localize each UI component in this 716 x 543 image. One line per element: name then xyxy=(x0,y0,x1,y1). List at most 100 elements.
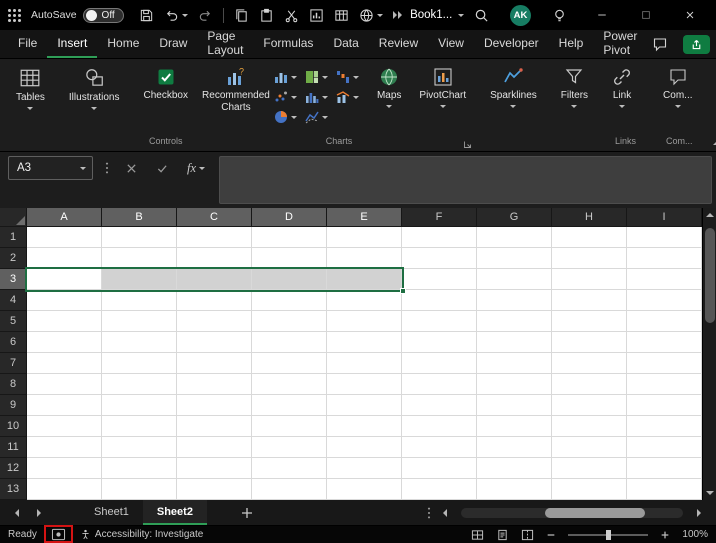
cell-c7[interactable] xyxy=(177,353,252,374)
cell-b10[interactable] xyxy=(102,416,177,437)
cell-a1[interactable] xyxy=(27,227,102,248)
cell-h11[interactable] xyxy=(552,437,627,458)
cell-c10[interactable] xyxy=(177,416,252,437)
cell-d12[interactable] xyxy=(252,458,327,479)
enter-entry-button[interactable] xyxy=(151,160,173,177)
cell-d7[interactable] xyxy=(252,353,327,374)
cell-g5[interactable] xyxy=(477,311,552,332)
menu-item-data[interactable]: Data xyxy=(323,30,368,58)
column-header-f[interactable]: F xyxy=(402,208,477,227)
menu-item-insert[interactable]: Insert xyxy=(47,30,97,58)
select-all-button[interactable] xyxy=(0,208,27,227)
recommended-charts-button[interactable]: ? Recommended Charts xyxy=(203,64,269,116)
search-icon[interactable] xyxy=(469,5,494,26)
save-button[interactable] xyxy=(134,5,159,26)
normal-view-button[interactable] xyxy=(471,529,484,541)
cell-d9[interactable] xyxy=(252,395,327,416)
cell-a7[interactable] xyxy=(27,353,102,374)
scroll-right-button[interactable] xyxy=(688,505,710,521)
cell-b6[interactable] xyxy=(102,332,177,353)
page-layout-view-button[interactable] xyxy=(496,529,509,541)
copy-button[interactable] xyxy=(229,5,254,26)
cell-e1[interactable] xyxy=(327,227,402,248)
insert-table-button[interactable] xyxy=(329,5,354,26)
cell-f10[interactable] xyxy=(402,416,477,437)
cell-f9[interactable] xyxy=(402,395,477,416)
column-header-b[interactable]: B xyxy=(102,208,177,227)
cell-g10[interactable] xyxy=(477,416,552,437)
cell-f1[interactable] xyxy=(402,227,477,248)
cell-g2[interactable] xyxy=(477,248,552,269)
cell-h4[interactable] xyxy=(552,290,627,311)
insert-waterfall-chart-button[interactable] xyxy=(334,67,365,87)
cell-h1[interactable] xyxy=(552,227,627,248)
menu-item-help[interactable]: Help xyxy=(549,30,594,58)
cell-h8[interactable] xyxy=(552,374,627,395)
tables-button[interactable]: Tables xyxy=(7,64,54,113)
cell-e6[interactable] xyxy=(327,332,402,353)
cell-h2[interactable] xyxy=(552,248,627,269)
cell-d2[interactable] xyxy=(252,248,327,269)
menu-item-home[interactable]: Home xyxy=(97,30,149,58)
insert-hierarchy-chart-button[interactable] xyxy=(303,67,334,87)
cell-i7[interactable] xyxy=(627,353,702,374)
cell-d11[interactable] xyxy=(252,437,327,458)
filters-button[interactable]: Filters xyxy=(552,64,597,111)
autosave-toggle[interactable]: Off xyxy=(83,8,124,23)
cell-c8[interactable] xyxy=(177,374,252,395)
cell-c13[interactable] xyxy=(177,479,252,500)
cell-b3[interactable] xyxy=(102,269,177,290)
cell-i10[interactable] xyxy=(627,416,702,437)
zoom-slider[interactable] xyxy=(568,534,648,536)
zoom-in-button[interactable] xyxy=(660,530,670,540)
cell-h5[interactable] xyxy=(552,311,627,332)
cell-h9[interactable] xyxy=(552,395,627,416)
cell-a6[interactable] xyxy=(27,332,102,353)
menu-item-power-pivot[interactable]: Power Pivot xyxy=(593,30,647,58)
cell-d5[interactable] xyxy=(252,311,327,332)
undo-button[interactable] xyxy=(159,5,193,26)
lightbulb-icon[interactable] xyxy=(547,5,572,26)
cell-b8[interactable] xyxy=(102,374,177,395)
cell-g8[interactable] xyxy=(477,374,552,395)
row-header-9[interactable]: 9 xyxy=(0,395,27,416)
cell-g12[interactable] xyxy=(477,458,552,479)
tab-options-dots-icon[interactable] xyxy=(424,506,434,520)
cell-b9[interactable] xyxy=(102,395,177,416)
cell-g13[interactable] xyxy=(477,479,552,500)
share-button[interactable] xyxy=(683,35,710,54)
formula-input[interactable] xyxy=(219,156,712,204)
column-header-a[interactable]: A xyxy=(27,208,102,227)
cell-h12[interactable] xyxy=(552,458,627,479)
cell-b12[interactable] xyxy=(102,458,177,479)
maximize-button[interactable] xyxy=(632,6,660,24)
avatar[interactable]: AK xyxy=(510,5,531,26)
cell-d4[interactable] xyxy=(252,290,327,311)
menu-item-review[interactable]: Review xyxy=(369,30,428,58)
cell-a5[interactable] xyxy=(27,311,102,332)
zoom-out-button[interactable] xyxy=(546,530,556,540)
menu-item-developer[interactable]: Developer xyxy=(474,30,549,58)
vertical-scroll-thumb[interactable] xyxy=(705,228,715,323)
page-break-view-button[interactable] xyxy=(521,529,534,541)
add-sheet-button[interactable] xyxy=(231,505,263,521)
cell-i6[interactable] xyxy=(627,332,702,353)
insert-line-chart-button[interactable] xyxy=(303,107,334,127)
cell-i9[interactable] xyxy=(627,395,702,416)
sparklines-button[interactable]: Sparklines xyxy=(481,64,546,111)
cell-e4[interactable] xyxy=(327,290,402,311)
cell-d8[interactable] xyxy=(252,374,327,395)
cell-a12[interactable] xyxy=(27,458,102,479)
menu-item-file[interactable]: File xyxy=(8,30,47,58)
cut-button[interactable] xyxy=(279,5,304,26)
insert-pie-chart-button[interactable] xyxy=(272,107,303,127)
vertical-scrollbar[interactable] xyxy=(702,208,716,500)
workbook-title[interactable]: Book1... xyxy=(410,9,464,21)
cell-e9[interactable] xyxy=(327,395,402,416)
cell-i4[interactable] xyxy=(627,290,702,311)
cell-e8[interactable] xyxy=(327,374,402,395)
row-header-2[interactable]: 2 xyxy=(0,248,27,269)
cell-g3[interactable] xyxy=(477,269,552,290)
cell-c6[interactable] xyxy=(177,332,252,353)
column-header-c[interactable]: C xyxy=(177,208,252,227)
